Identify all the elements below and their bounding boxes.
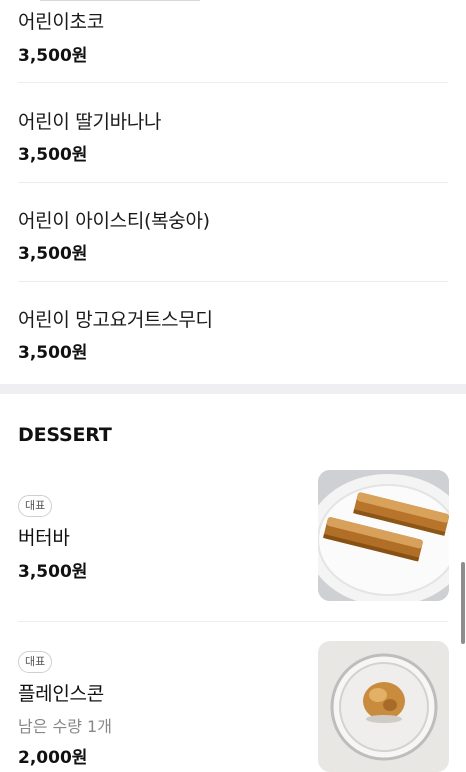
butter-bar-photo <box>318 470 449 601</box>
menu-item-kids-iced-tea[interactable]: 어린이 아이스티(복숭아) 3,500원 <box>0 183 466 281</box>
section-separator <box>0 384 466 394</box>
plain-scone-photo <box>318 641 449 772</box>
scrollbar[interactable] <box>461 562 465 644</box>
menu-item-butter-bar[interactable]: 대표 버터바 3,500원 <box>0 465 466 615</box>
menu-item-name: 어린이 아이스티(복숭아) <box>18 210 210 232</box>
menu-item-price: 3,500원 <box>18 343 88 363</box>
signature-badge: 대표 <box>18 651 53 673</box>
menu-item-price: 2,000원 <box>18 748 88 768</box>
menu-item-name: 버터바 <box>18 527 70 549</box>
menu-item-name: 어린이 딸기바나나 <box>18 111 162 133</box>
menu-item-plain-scone[interactable]: 대표 플레인스콘 남은 수량 1개 2,000원 <box>0 622 466 772</box>
section-title: DESSERT <box>18 424 112 446</box>
menu-item-name: 어린이 망고요거트스무디 <box>18 309 213 331</box>
menu-item-kids-mango-smoothie[interactable]: 어린이 망고요거트스무디 3,500원 <box>0 282 466 382</box>
menu-item-name: 플레인스콘 <box>18 683 104 705</box>
menu-item-price: 3,500원 <box>18 562 88 582</box>
menu-item-name: 어린이초코 <box>18 11 104 33</box>
menu-item-kids-choco[interactable]: 어린이초코 3,500원 <box>0 0 466 82</box>
menu-item-price: 3,500원 <box>18 46 88 66</box>
menu-item-price: 3,500원 <box>18 244 88 264</box>
menu-item-price: 3,500원 <box>18 145 88 165</box>
signature-badge: 대표 <box>18 495 53 517</box>
menu-item-kids-strawberry-banana[interactable]: 어린이 딸기바나나 3,500원 <box>0 83 466 182</box>
stock-remaining: 남은 수량 1개 <box>18 717 112 736</box>
